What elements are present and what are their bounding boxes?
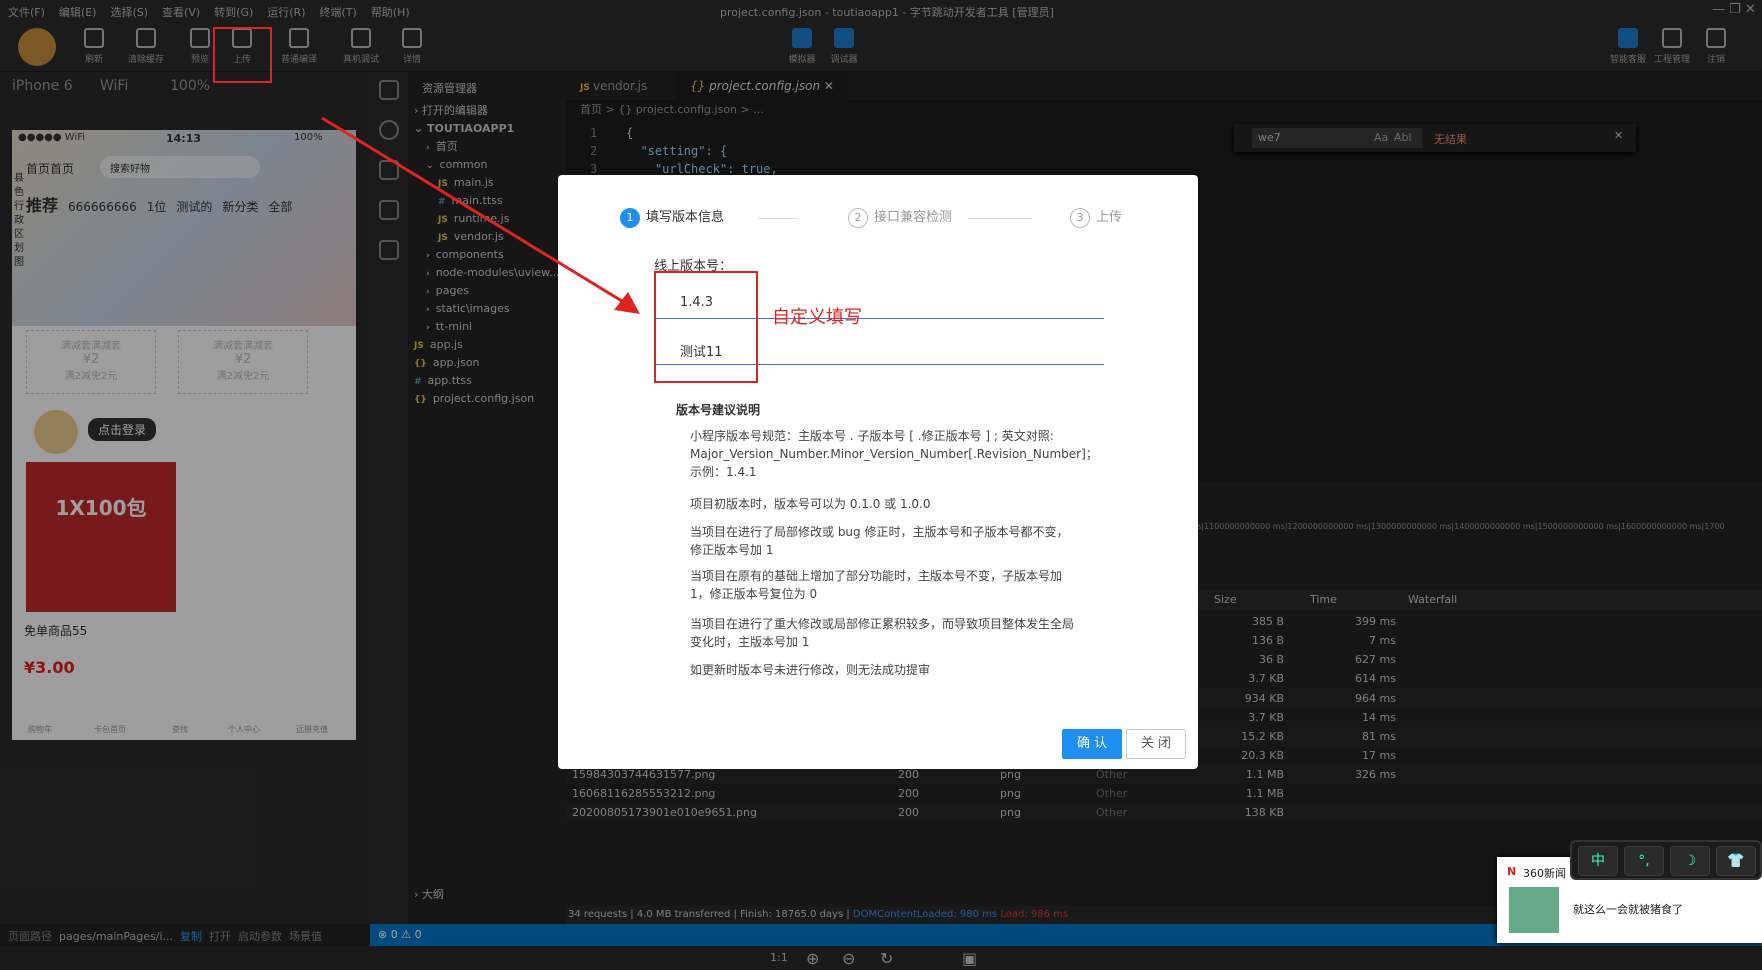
news-text: 就这么一会就被猪食了 [1573,903,1683,916]
ime-lang-button[interactable]: 中 [1578,846,1618,876]
ime-toolbar: 中 °, ☽ 👕 [1570,840,1762,880]
ime-skin-button[interactable]: 👕 [1716,846,1756,876]
news-brand: 360新闻 [1523,867,1566,880]
news-thumbnail [1509,887,1559,933]
ime-punct-button[interactable]: °, [1624,846,1664,876]
news-logo: N [1507,865,1517,878]
annotation-arrow [321,116,640,314]
ime-moon-button[interactable]: ☽ [1670,846,1710,876]
